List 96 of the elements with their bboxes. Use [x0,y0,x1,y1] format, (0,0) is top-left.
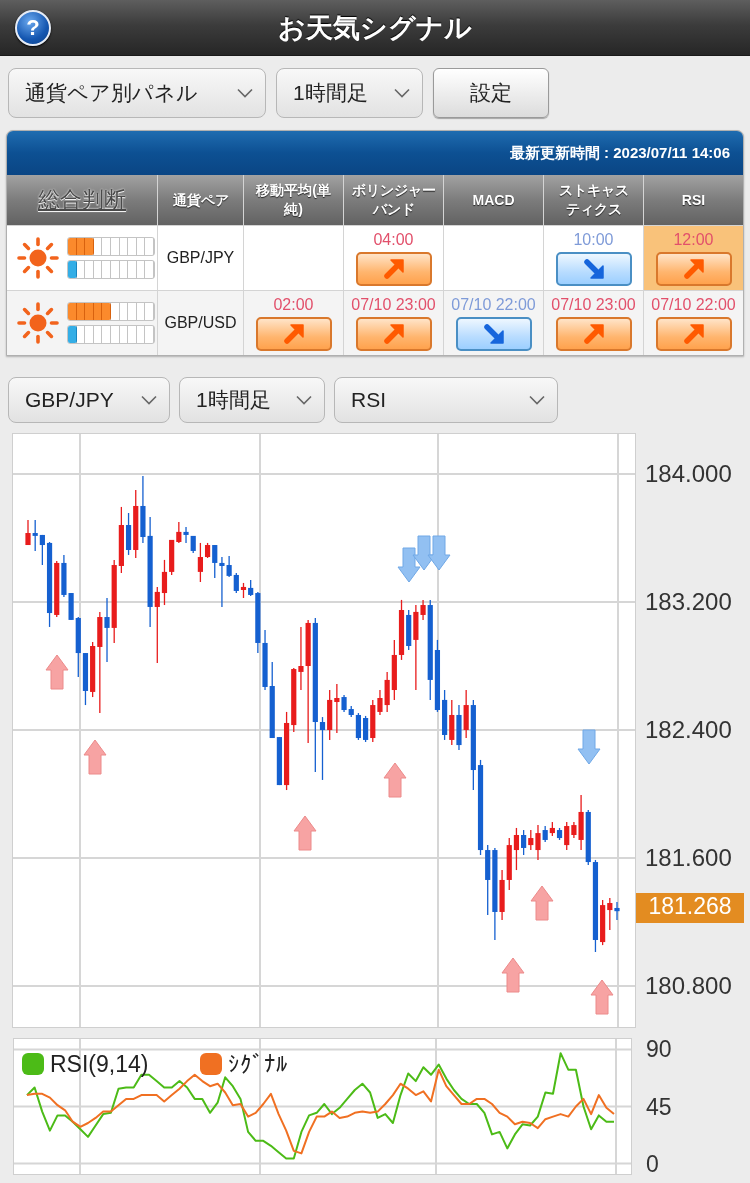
signal-button[interactable] [455,316,532,351]
candlestick [513,827,520,871]
candlestick [197,542,203,583]
currency-pair: GBP/JPY [166,249,235,267]
candlestick [377,689,383,716]
rsi-axis-label: 45 [646,1093,672,1120]
down-right-arrow-icon [482,322,505,345]
column-header: RSI [644,175,743,225]
candlestick [219,556,225,608]
candlestick [25,519,31,546]
signal-button[interactable] [655,251,732,286]
signal-button[interactable] [355,251,432,286]
candlestick [614,901,620,921]
sun-icon [17,302,59,344]
settings-button[interactable]: 設定 [433,68,549,118]
down-arrow-icon [577,729,601,765]
chevron-down-icon [394,88,410,98]
up-arrow-icon [530,885,554,921]
column-header: MACD [444,175,543,225]
chevron-down-icon [237,88,253,98]
up-arrow-icon [45,654,69,690]
signal-time: 07/10 23:00 [551,295,636,314]
dropdown[interactable]: 通貨ペア別パネル [8,68,266,118]
signal-time: 04:00 [373,230,414,249]
candlestick [32,519,38,552]
up-right-arrow-icon [582,322,605,345]
candlestick [564,821,570,851]
signal-button[interactable] [355,316,432,351]
candlestick [319,716,326,781]
chevron-down-icon [141,395,157,405]
candlestick [212,544,218,579]
down-arrow-icon [397,547,421,583]
candlestick [607,897,613,931]
sun-icon [17,237,59,279]
candlestick [233,572,239,594]
dropdown[interactable]: GBP/JPY [8,377,170,423]
app-title: お天気シグナル [278,11,472,45]
candlestick [420,599,426,621]
column-header: 移動平均(単純) [244,175,343,225]
signal-button[interactable] [655,316,732,351]
dropdown[interactable]: 1時間足 [276,68,423,118]
candlestick [355,712,362,741]
candlestick [535,824,541,861]
update-time: 最新更新時間 : 2023/07/11 14:06 [509,143,730,163]
legend-label: RSI(9,14) [50,1053,149,1075]
price-axis-label: 182.400 [645,716,732,744]
up-arrow-icon [83,739,107,775]
up-right-arrow-icon [382,257,405,280]
down-right-arrow-icon [582,257,605,280]
signal-button[interactable] [555,251,632,286]
up-right-arrow-icon [382,322,405,345]
up-arrow-icon [590,979,614,1015]
candlestick [298,626,304,691]
up-right-arrow-icon [682,322,705,345]
column-header: ストキャスティクス [544,175,643,225]
candlestick [334,683,340,734]
legend-label: ｼｸﾞﾅﾙ [228,1053,289,1075]
signal-time: 12:00 [673,230,714,249]
signal-button[interactable] [255,316,332,351]
candlestick [183,526,189,544]
signal-time: 07/10 22:00 [651,295,736,314]
candlestick [104,597,110,663]
candlestick [226,555,232,578]
up-arrow-icon [383,762,407,798]
help-button[interactable]: ? [15,9,51,46]
chevron-down-icon [296,395,312,405]
current-price-label: 181.268 [636,893,744,923]
currency-pair: GBP/USD [164,314,237,332]
up-right-arrow-icon [682,257,705,280]
chevron-down-icon [529,395,545,405]
candlestick [161,559,168,606]
dropdown[interactable]: RSI [334,377,558,423]
candlestick [39,534,45,566]
candlestick [528,829,534,851]
price-axis-label: 184.000 [645,459,732,488]
up-arrow-icon [293,815,317,851]
signal-time: 07/10 22:00 [451,295,536,314]
rsi-axis-label: 0 [646,1150,659,1177]
signal-button[interactable] [555,316,632,351]
candlestick [154,586,160,664]
column-header: ボリンジャーバンド [344,175,443,225]
rsi-axis-label: 90 [646,1036,672,1063]
candlestick [176,521,182,544]
price-axis-label: 181.600 [645,844,732,873]
candlestick [521,829,527,856]
up-right-arrow-icon [282,322,305,345]
up-arrow-icon [501,957,525,993]
price-axis-label: 183.200 [645,588,732,616]
signal-time: 10:00 [573,230,614,249]
candlestick [363,715,369,743]
dropdown[interactable]: 1時間足 [179,377,325,423]
price-axis-label: 180.800 [645,972,732,1001]
signal-time: 02:00 [273,295,314,314]
column-header: 通貨ペア [158,175,243,225]
signal-time: 07/10 23:00 [351,295,436,314]
down-arrow-icon [427,535,451,571]
